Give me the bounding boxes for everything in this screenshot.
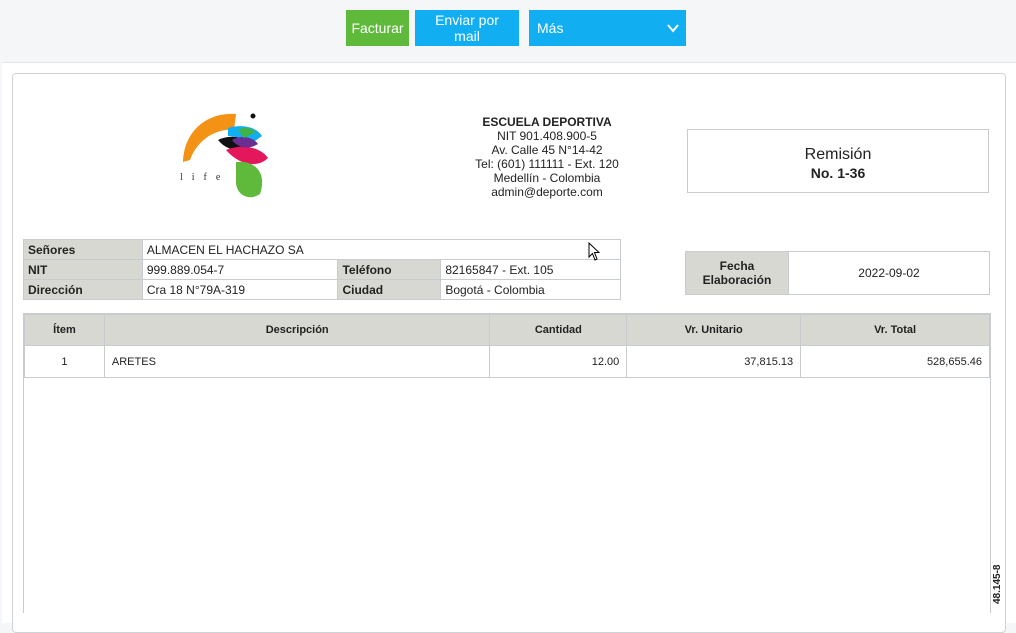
item-description: ARETES <box>103 345 491 378</box>
chevron-down-icon <box>667 24 679 33</box>
company-nit: NIT 901.408.900-5 <box>497 129 597 143</box>
items-table: Ítem Descripción Cantidad Vr. Unitario V… <box>24 314 990 378</box>
ciudad-value: Bogotá - Colombia <box>440 279 621 300</box>
nit-label: NIT <box>23 259 143 280</box>
facturar-button[interactable]: Facturar <box>346 10 409 46</box>
fecha-elaboracion-label: Fecha Elaboración <box>685 251 789 295</box>
direccion-value: Cra 18 N°79A-319 <box>141 279 339 300</box>
mas-dropdown-label: Más <box>537 20 564 36</box>
document-type: Remisión <box>804 146 872 163</box>
table-row: 1 ARETES 12.00 37,815.13 528,655.46 <box>24 345 990 378</box>
logo-text: life <box>180 172 229 183</box>
ciudad-label: Ciudad <box>337 279 442 300</box>
direccion-label: Dirección <box>23 279 143 300</box>
action-toolbar: Facturar Enviar por mail Más <box>346 10 686 46</box>
header-vr-unitario: Vr. Unitario <box>626 314 802 346</box>
company-email: admin@deporte.com <box>491 185 603 199</box>
fecha-table: Fecha Elaboración 2022-09-02 <box>685 251 990 295</box>
header-vr-total: Vr. Total <box>800 314 990 346</box>
mouse-cursor-icon <box>588 242 601 261</box>
client-table: Señores ALMACEN EL HACHAZO SA NIT 999.88… <box>23 239 622 300</box>
company-info: ESCUELA DEPORTIVA NIT 901.408.900-5 Av. … <box>447 115 647 199</box>
enviar-por-mail-button[interactable]: Enviar por mail <box>415 10 519 46</box>
item-number: 1 <box>24 345 105 378</box>
senores-value: ALMACEN EL HACHAZO SA <box>141 239 622 260</box>
company-name: ESCUELA DEPORTIVA <box>482 115 612 129</box>
telefono-label: Teléfono <box>337 259 442 280</box>
mas-dropdown[interactable]: Más <box>529 10 686 46</box>
senores-label: Señores <box>23 239 143 260</box>
company-city: Medellín - Colombia <box>493 171 601 185</box>
item-total: 528,655.46 <box>800 345 990 378</box>
company-address: Av. Calle 45 N°14-42 <box>491 143 603 157</box>
nit-value: 999.889.054-7 <box>141 259 339 280</box>
fecha-elaboracion-value: 2022-09-02 <box>788 251 990 295</box>
company-phone: Tel: (601) 111111 - Ext. 120 <box>475 157 619 171</box>
document-type-box: Remisión No. 1-36 <box>687 129 989 193</box>
header-descripcion: Descripción <box>103 314 491 346</box>
item-unit-price: 37,815.13 <box>626 345 802 378</box>
item-quantity: 12.00 <box>489 345 628 378</box>
items-container: Ítem Descripción Cantidad Vr. Unitario V… <box>23 313 991 613</box>
document-number: No. 1-36 <box>810 165 866 181</box>
telefono-value: 82165847 - Ext. 105 <box>440 259 621 280</box>
header-item: Ítem <box>24 314 105 346</box>
life-logo: life <box>180 113 268 198</box>
header-cantidad: Cantidad <box>489 314 628 346</box>
side-vertical-text: 48.145-8 <box>992 564 1003 604</box>
